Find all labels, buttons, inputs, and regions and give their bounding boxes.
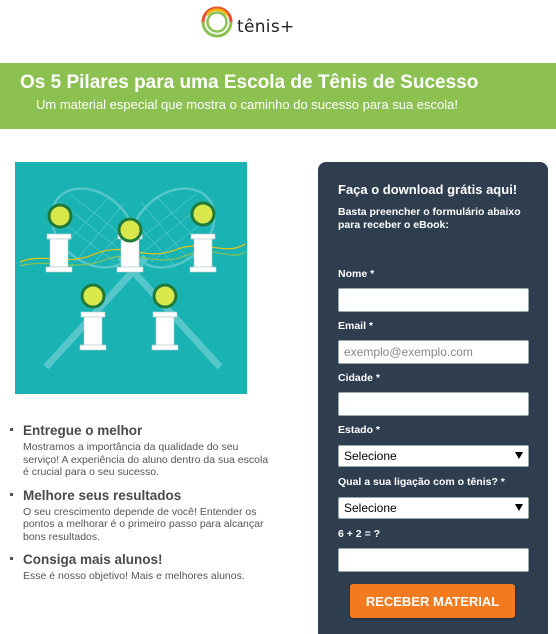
state-label: Estado *	[338, 424, 381, 436]
name-field[interactable]	[338, 288, 529, 312]
hero-banner: Os 5 Pilares para uma Escola de Tênis de…	[0, 63, 556, 129]
benefits-list: Entregue o melhor Mostramos a importânci…	[10, 422, 270, 591]
benefit-text: Esse é nosso objetivo! Mais e melhores a…	[23, 570, 245, 582]
bullet-icon	[10, 557, 13, 560]
email-label: Email *	[338, 320, 374, 332]
relation-select[interactable]: Selecione	[338, 497, 529, 519]
list-item: Entregue o melhor Mostramos a importânci…	[10, 422, 270, 479]
brand-name: tênis+	[237, 17, 295, 37]
state-selected-value: Selecione	[344, 449, 397, 463]
benefit-text: Mostramos a importância da qualidade do …	[23, 441, 269, 478]
name-label: Nome *	[338, 268, 375, 280]
dropdown-arrow-icon	[515, 452, 523, 459]
benefit-text: O seu crescimento depende de você! Enten…	[23, 505, 264, 543]
city-label: Cidade *	[338, 372, 381, 384]
relation-label: Qual a sua ligação com o tênis? *	[338, 476, 505, 488]
captcha-label: 6 + 2 = ?	[338, 528, 381, 540]
brand-logo[interactable]: tênis+	[200, 5, 295, 39]
captcha-field[interactable]	[338, 548, 529, 572]
list-item: Melhore seus resultados O seu cresciment…	[10, 487, 270, 544]
page-subtitle: Um material especial que mostra o caminh…	[36, 97, 458, 112]
email-field[interactable]	[338, 340, 529, 364]
city-field[interactable]	[338, 392, 529, 416]
state-select[interactable]: Selecione	[338, 445, 529, 467]
ebook-cover-illustration	[15, 162, 247, 394]
relation-selected-value: Selecione	[344, 501, 397, 515]
form-description: Basta preencher o formulário abaixo para…	[338, 206, 521, 231]
benefit-title: Entregue o melhor	[23, 423, 143, 438]
form-title: Faça o download grátis aqui!	[338, 182, 518, 197]
page-title: Os 5 Pilares para uma Escola de Tênis de…	[20, 72, 479, 93]
dropdown-arrow-icon	[515, 504, 523, 511]
tenis-plus-logo-icon	[201, 6, 233, 38]
download-form: Faça o download grátis aqui! Basta preen…	[318, 162, 548, 634]
bullet-icon	[10, 428, 13, 431]
submit-button[interactable]: RECEBER MATERIAL	[350, 584, 515, 618]
benefit-title: Melhore seus resultados	[23, 487, 182, 503]
landing-page: tênis+ Os 5 Pilares para uma Escola de T…	[0, 0, 556, 634]
crossed-rackets-icon	[19, 187, 246, 370]
bullet-icon	[10, 492, 13, 496]
benefit-title: Consiga mais alunos!	[23, 552, 163, 567]
list-item: Consiga mais alunos! Esse é nosso objeti…	[10, 551, 270, 583]
